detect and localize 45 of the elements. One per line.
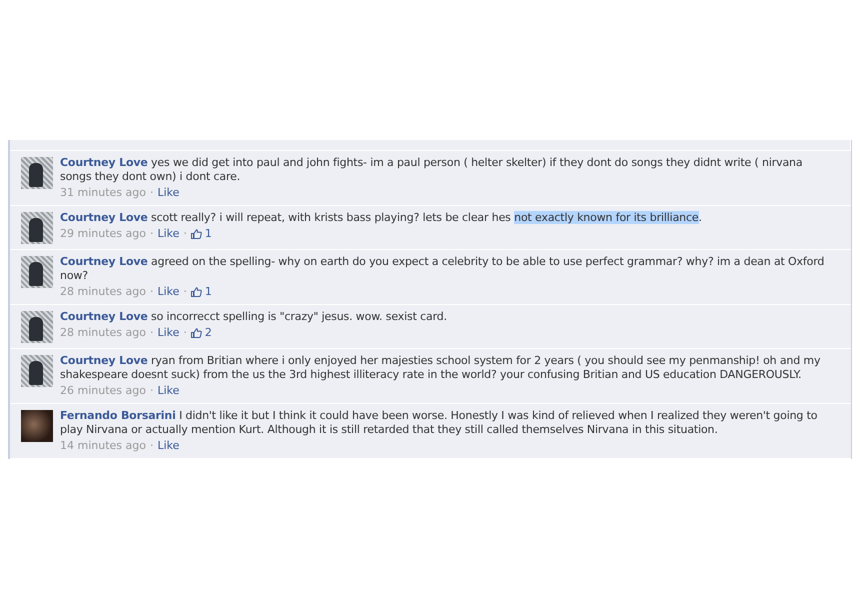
separator-dot: · bbox=[183, 227, 187, 241]
separator-dot: · bbox=[150, 326, 154, 340]
timestamp: 26 minutes ago bbox=[60, 384, 146, 398]
timestamp: 31 minutes ago bbox=[60, 186, 146, 200]
thumbs-up-icon bbox=[190, 328, 202, 338]
separator-dot: · bbox=[150, 186, 154, 200]
like-count[interactable]: 2 bbox=[204, 326, 212, 340]
avatar-photo-placeholder bbox=[21, 410, 53, 442]
comment-text: Courtney Love yes we did get into paul and john fights- im a paul person ( helter skelter) if they dont do songs they didnt write ( nirvana songs they dont own) i dont care. bbox=[60, 156, 804, 184]
author-link[interactable]: Fernando Borsarini bbox=[60, 409, 176, 422]
separator-dot: · bbox=[150, 285, 154, 299]
timestamp: 14 minutes ago bbox=[60, 439, 146, 453]
like-link[interactable]: Like bbox=[157, 326, 180, 340]
separator-dot: · bbox=[150, 439, 154, 453]
like-link[interactable]: Like bbox=[157, 439, 180, 453]
thumbs-up-icon bbox=[190, 287, 202, 297]
avatar-photo-placeholder bbox=[21, 212, 53, 244]
like-link[interactable]: Like bbox=[157, 227, 180, 241]
author-link[interactable]: Courtney Love bbox=[60, 156, 148, 169]
comment-text: Courtney Love so incorrecct spelling is "crazy" jesus. wow. sexist card. bbox=[60, 310, 448, 324]
like-count[interactable]: 1 bbox=[204, 227, 212, 241]
like-link[interactable]: Like bbox=[157, 186, 180, 200]
like-count[interactable]: 1 bbox=[204, 285, 212, 299]
timestamp: 28 minutes ago bbox=[60, 326, 146, 340]
like-link[interactable]: Like bbox=[157, 384, 180, 398]
comment-text: Courtney Love agreed on the spelling- why on earth do you expect a celebrity to be able to use perfect grammar? why? im a dean at Oxford now? bbox=[60, 255, 826, 283]
avatar-photo-placeholder bbox=[21, 256, 53, 288]
author-link[interactable]: Courtney Love bbox=[60, 310, 148, 323]
timestamp: 28 minutes ago bbox=[60, 285, 146, 299]
separator-dot: · bbox=[150, 384, 154, 398]
comment-text: Courtney Love ryan from Britian where i only enjoyed her majesties school system for 2 years ( you should see my penmanship! oh and my shakespeare doesnt suck) from the us the 3rd highest illiteracy rate in the world? your confusing Britian and US education DANGEROUSLY. bbox=[60, 354, 822, 382]
avatar-photo-placeholder bbox=[21, 157, 53, 189]
author-link[interactable]: Courtney Love bbox=[60, 255, 148, 268]
avatar-photo-placeholder bbox=[21, 355, 53, 387]
separator-dot: · bbox=[150, 227, 154, 241]
author-link[interactable]: Courtney Love bbox=[60, 354, 148, 367]
separator-dot: · bbox=[183, 326, 187, 340]
separator-dot: · bbox=[183, 285, 187, 299]
author-link[interactable]: Courtney Love bbox=[60, 211, 148, 224]
comment-text: Courtney Love scott really? i will repeat, with krists bass playing? lets be clear hes not exactly known for its brilliance. bbox=[60, 211, 703, 225]
avatar-photo-placeholder bbox=[21, 311, 53, 343]
like-link[interactable]: Like bbox=[157, 285, 180, 299]
thumbs-up-icon bbox=[190, 229, 202, 239]
comment-text: Fernando Borsarini I didn't like it but I think it could have been worse. Honestly I was kind of relieved when I realized they weren't going to play Nirvana or actually mention Kurt. Although it is still retarded that they still called themselves Nirvana in this situation. bbox=[60, 409, 818, 437]
timestamp: 29 minutes ago bbox=[60, 227, 146, 241]
